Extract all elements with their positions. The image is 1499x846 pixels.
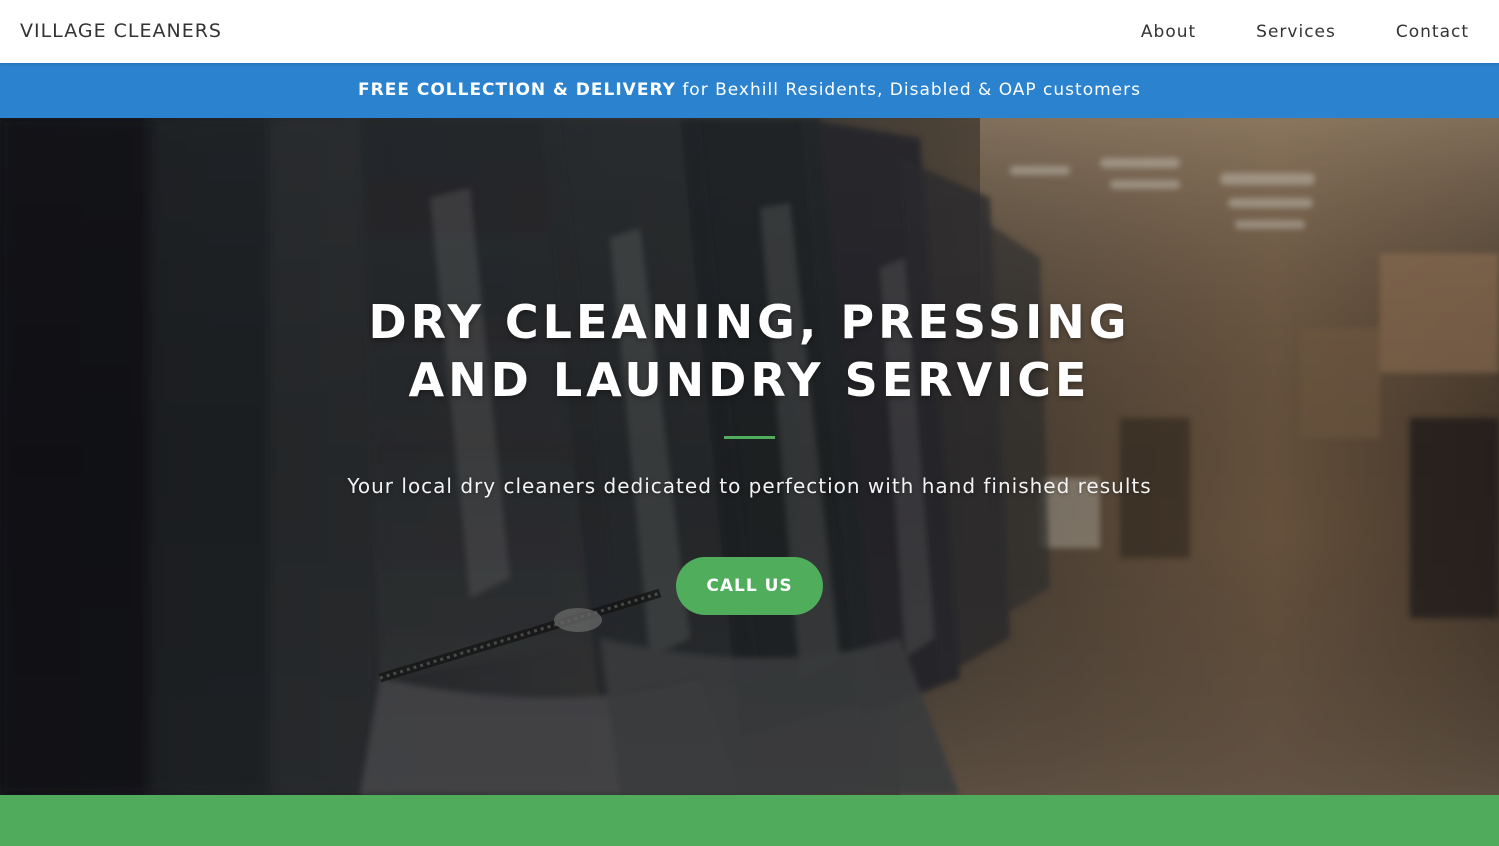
brand-logo-link[interactable]: VILLAGE CLEANERS [20, 19, 222, 43]
promo-banner: FREE COLLECTION & DELIVERY for Bexhill R… [0, 63, 1499, 118]
nav-link-services[interactable]: Services [1256, 20, 1336, 44]
nav-link-about[interactable]: About [1141, 20, 1196, 44]
hero-title-line-2: AND LAUNDRY SERVICE [408, 353, 1091, 407]
call-us-button[interactable]: CALL US [676, 557, 823, 615]
nav-menu: About Services Contact [1141, 20, 1469, 44]
green-section [0, 795, 1499, 846]
title-divider [724, 436, 775, 439]
hero-title: DRY CLEANING, PRESSING AND LAUNDRY SERVIC… [300, 293, 1199, 409]
hero-section: DRY CLEANING, PRESSING AND LAUNDRY SERVIC… [0, 118, 1499, 795]
hero-tagline: Your local dry cleaners dedicated to per… [347, 474, 1152, 498]
top-navbar: VILLAGE CLEANERS About Services Contact [0, 0, 1499, 63]
promo-banner-text: for Bexhill Residents, Disabled & OAP cu… [675, 80, 1141, 100]
hero-title-line-1: DRY CLEANING, PRESSING [368, 295, 1131, 349]
hero-content: DRY CLEANING, PRESSING AND LAUNDRY SERVIC… [0, 118, 1499, 795]
nav-link-contact[interactable]: Contact [1396, 20, 1469, 44]
promo-banner-highlight: FREE COLLECTION & DELIVERY [358, 80, 676, 100]
